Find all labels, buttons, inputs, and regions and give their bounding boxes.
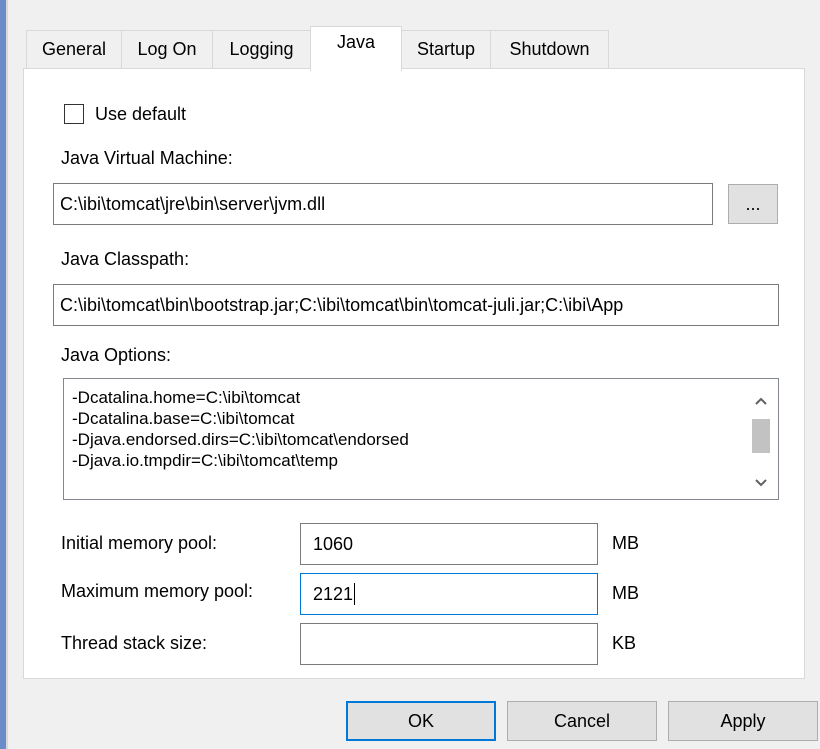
tab-startup[interactable]: Startup bbox=[401, 30, 491, 68]
jvm-label: Java Virtual Machine: bbox=[61, 148, 233, 168]
browse-jvm-button[interactable]: ... bbox=[728, 184, 778, 224]
java-options-lines: -Dcatalina.home=C:\ibi\tomcat -Dcatalina… bbox=[72, 387, 409, 471]
thread-stack-unit: KB bbox=[612, 633, 637, 653]
tab-logging[interactable]: Logging bbox=[212, 30, 311, 68]
maximum-memory-unit: MB bbox=[612, 583, 639, 603]
tab-shutdown[interactable]: Shutdown bbox=[490, 30, 609, 68]
scroll-up-icon[interactable] bbox=[744, 387, 778, 415]
use-default-checkbox[interactable] bbox=[64, 104, 84, 124]
use-default-label[interactable]: Use default bbox=[95, 104, 186, 125]
tab-log-on[interactable]: Log On bbox=[121, 30, 213, 68]
maximum-memory-input[interactable]: 2121 bbox=[300, 573, 598, 615]
apply-button[interactable]: Apply bbox=[668, 701, 818, 741]
options-line: -Djava.endorsed.dirs=C:\ibi\tomcat\endor… bbox=[72, 430, 409, 449]
tab-java[interactable]: Java bbox=[310, 26, 402, 71]
options-line: -Dcatalina.base=C:\ibi\tomcat bbox=[72, 409, 295, 428]
classpath-input[interactable]: C:\ibi\tomcat\bin\bootstrap.jar;C:\ibi\t… bbox=[53, 284, 779, 326]
java-options-textarea[interactable]: -Dcatalina.home=C:\ibi\tomcat -Dcatalina… bbox=[63, 378, 779, 500]
window-border-inner bbox=[6, 0, 8, 749]
classpath-label: Java Classpath: bbox=[61, 249, 190, 269]
thread-stack-input[interactable] bbox=[300, 623, 598, 665]
options-scrollbar[interactable] bbox=[744, 379, 778, 499]
text-caret bbox=[354, 583, 356, 605]
scroll-down-icon[interactable] bbox=[744, 469, 778, 497]
tab-general[interactable]: General bbox=[26, 30, 122, 68]
maximum-memory-value: 2121 bbox=[313, 583, 354, 604]
options-label: Java Options: bbox=[61, 345, 172, 365]
initial-memory-input[interactable]: 1060 bbox=[300, 523, 598, 565]
options-line: -Djava.io.tmpdir=C:\ibi\tomcat\temp bbox=[72, 451, 338, 470]
thread-stack-label: Thread stack size: bbox=[61, 633, 208, 653]
jvm-path-input[interactable]: C:\ibi\tomcat\jre\bin\server\jvm.dll bbox=[53, 183, 713, 225]
options-line: -Dcatalina.home=C:\ibi\tomcat bbox=[72, 388, 301, 407]
scroll-thumb[interactable] bbox=[752, 419, 770, 453]
initial-memory-label: Initial memory pool: bbox=[61, 533, 218, 553]
ok-button[interactable]: OK bbox=[346, 701, 496, 741]
classpath-value: C:\ibi\tomcat\bin\bootstrap.jar;C:\ibi\t… bbox=[60, 294, 624, 315]
cancel-button[interactable]: Cancel bbox=[507, 701, 657, 741]
initial-memory-unit: MB bbox=[612, 533, 639, 553]
initial-memory-value: 1060 bbox=[313, 533, 354, 554]
jvm-path-value: C:\ibi\tomcat\jre\bin\server\jvm.dll bbox=[60, 193, 326, 214]
maximum-memory-label: Maximum memory pool: bbox=[61, 581, 254, 601]
